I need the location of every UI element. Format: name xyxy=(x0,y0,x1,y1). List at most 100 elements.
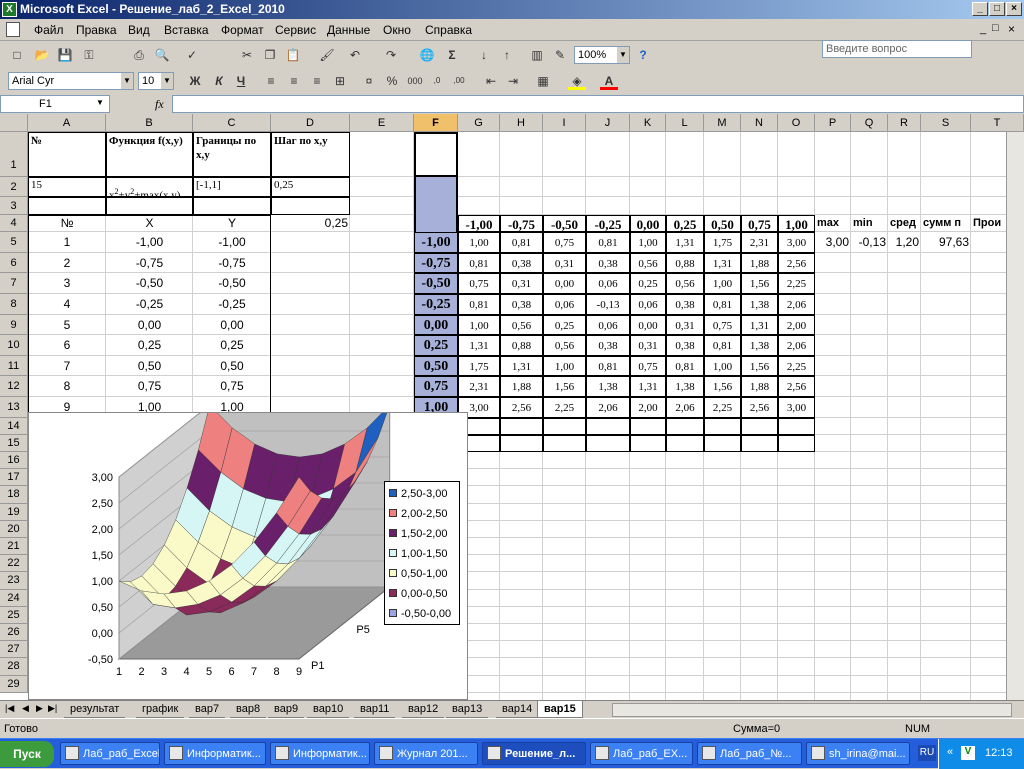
menu-file[interactable]: Файл xyxy=(34,23,64,37)
row-header[interactable]: 19 xyxy=(0,503,28,521)
grid-value-cell[interactable]: 2,06 xyxy=(586,397,630,418)
grid-value-cell[interactable]: 2,56 xyxy=(778,376,815,397)
column-header-O[interactable]: O xyxy=(778,114,815,132)
empty-cell[interactable] xyxy=(778,434,815,452)
bounds-value[interactable]: [-1,1] xyxy=(193,177,271,197)
y-header-cell[interactable]: 0,75 xyxy=(414,376,458,397)
percent-icon[interactable]: % xyxy=(383,72,401,90)
column-header-P[interactable]: P xyxy=(815,114,851,132)
surface-chart[interactable]: 3,00 2,50 2,00 1,50 1,00 0,50 0,00 -0,50 1 2 3 4 5 6 7… xyxy=(28,403,468,700)
grid-value-cell[interactable]: 1,56 xyxy=(543,376,586,397)
row-header[interactable]: 4 xyxy=(0,215,28,233)
align-center-icon[interactable]: ≡ xyxy=(285,72,303,90)
row-header[interactable]: 16 xyxy=(0,452,28,470)
stat-label[interactable]: max xyxy=(815,215,851,232)
grid-value-cell[interactable]: 0,38 xyxy=(586,335,630,356)
row-header[interactable]: 24 xyxy=(0,589,28,607)
increase-indent-icon[interactable]: ⇥ xyxy=(504,72,522,90)
row-header[interactable]: 15 xyxy=(0,434,28,452)
grid-value-cell[interactable]: 3,00 xyxy=(778,397,815,418)
menu-edit[interactable]: Правка xyxy=(76,23,117,37)
zoom-select[interactable]: 100% ▼ xyxy=(574,46,630,64)
step-value[interactable]: 0,25 xyxy=(271,177,350,197)
grid-value-cell[interactable]: 0,81 xyxy=(586,232,630,253)
minimize-button[interactable]: _ xyxy=(972,2,988,16)
grid-value-cell[interactable]: 0,56 xyxy=(543,335,586,356)
grid-value-cell[interactable]: 2,00 xyxy=(778,314,815,336)
grid-value-cell[interactable]: 0,75 xyxy=(458,273,500,294)
grid-value-cell[interactable]: 0,06 xyxy=(543,294,586,315)
sheet-tab-результат[interactable]: результат xyxy=(64,701,126,718)
x-header-cell[interactable]: -0,50 xyxy=(543,215,586,233)
grid-value-cell[interactable]: 0,81 xyxy=(458,294,500,315)
grid-value-cell[interactable]: 2,25 xyxy=(778,355,815,377)
grid-value-cell[interactable]: 2,31 xyxy=(741,232,778,253)
grid-value-cell[interactable]: 1,31 xyxy=(704,252,741,274)
taskbar-item[interactable]: Лаб_раб_EX... xyxy=(590,742,693,765)
header-bounds[interactable]: Границы по x,y xyxy=(193,132,271,177)
empty-cell[interactable] xyxy=(666,434,704,452)
grid-value-cell[interactable]: 1,00 xyxy=(630,232,666,253)
taskbar-item[interactable]: Журнал 201... xyxy=(374,742,478,765)
open-icon[interactable]: 📂 xyxy=(33,46,51,64)
menu-window[interactable]: Окно xyxy=(383,23,411,37)
row-header[interactable]: 12 xyxy=(0,376,28,397)
workbook-restore-icon[interactable]: □ xyxy=(992,22,999,34)
taskbar-item[interactable]: Лаб_раб_№... xyxy=(697,742,802,765)
format-painter-icon[interactable]: 🖌 xyxy=(318,46,336,64)
empty-cell[interactable] xyxy=(106,197,193,215)
empty-cell[interactable] xyxy=(500,417,543,435)
next-sheet-icon[interactable]: ▶ xyxy=(36,703,43,714)
row-header[interactable]: 10 xyxy=(0,335,28,356)
empty-cell[interactable] xyxy=(543,434,586,452)
grid-value-cell[interactable]: 1,38 xyxy=(666,376,704,397)
merge-center-icon[interactable]: ⊞ xyxy=(331,72,349,90)
column-header-K[interactable]: K xyxy=(630,114,666,132)
x-header-cell[interactable]: -0,75 xyxy=(500,215,543,233)
variant-number[interactable]: 15 xyxy=(28,177,106,197)
row-header[interactable]: 27 xyxy=(0,641,28,659)
increase-decimal-icon[interactable]: ,0 xyxy=(428,72,446,90)
y-header-cell[interactable]: 0,50 xyxy=(414,355,458,377)
grid-value-cell[interactable]: 1,31 xyxy=(458,335,500,356)
grid-value-cell[interactable]: 2,25 xyxy=(704,397,741,418)
row-header[interactable]: 6 xyxy=(0,252,28,274)
y-header-cell[interactable]: 0,00 xyxy=(414,314,458,336)
grid-value-cell[interactable]: 0,00 xyxy=(630,314,666,336)
row-header[interactable]: 2 xyxy=(0,177,28,197)
grid-value-cell[interactable]: 1,00 xyxy=(543,355,586,377)
empty-cell[interactable] xyxy=(704,417,741,435)
stat-label[interactable]: сред xyxy=(888,215,921,232)
x-header-cell[interactable]: -0,25 xyxy=(586,215,630,233)
start-button[interactable]: Пуск xyxy=(0,741,54,767)
row-header[interactable]: 26 xyxy=(0,624,28,642)
grid-value-cell[interactable]: 1,88 xyxy=(500,376,543,397)
x-header-cell[interactable]: 1,00 xyxy=(778,215,815,233)
underline-icon[interactable]: Ч xyxy=(232,72,250,90)
doc-icon[interactable] xyxy=(6,22,20,37)
grid-value-cell[interactable]: 1,00 xyxy=(458,232,500,253)
header-function[interactable]: Функция f(x,y) xyxy=(106,132,193,177)
grid-value-cell[interactable]: 0,75 xyxy=(704,314,741,336)
grid-value-cell[interactable]: 1,00 xyxy=(458,314,500,336)
grid-value-cell[interactable]: 0,81 xyxy=(586,355,630,377)
formula-input[interactable] xyxy=(172,95,1024,113)
x-header-cell[interactable]: 0,25 xyxy=(666,215,704,233)
grid-value-cell[interactable]: 3,00 xyxy=(778,232,815,253)
grid-value-cell[interactable]: 1,88 xyxy=(741,376,778,397)
x-header-cell[interactable]: 0,50 xyxy=(704,215,741,233)
tray-expand-icon[interactable]: « xyxy=(947,746,953,758)
grid-value-cell[interactable]: 0,81 xyxy=(704,294,741,315)
save-icon[interactable]: 💾 xyxy=(56,46,74,64)
grid-value-cell[interactable]: 2,56 xyxy=(741,397,778,418)
name-box[interactable]: F1 xyxy=(0,95,110,113)
empty-cell[interactable] xyxy=(500,434,543,452)
thousands-icon[interactable]: 000 xyxy=(406,72,424,90)
sort-desc-icon[interactable]: ↑ xyxy=(498,46,516,64)
hyperlink-icon[interactable]: 🌐 xyxy=(418,46,436,64)
grid-value-cell[interactable]: 1,56 xyxy=(741,273,778,294)
row-header[interactable]: 11 xyxy=(0,355,28,377)
grid-value-cell[interactable]: 0,06 xyxy=(586,273,630,294)
column-header-I[interactable]: I xyxy=(543,114,586,132)
y-header-cell[interactable]: 0,25 xyxy=(414,335,458,356)
